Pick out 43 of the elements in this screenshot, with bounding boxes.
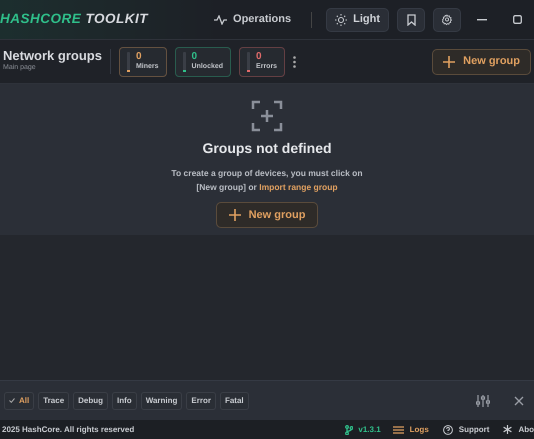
settings-icon — [442, 13, 452, 26]
log-filter-chip[interactable]: All — [4, 392, 34, 410]
stat-value: 0 — [192, 50, 198, 62]
app-title: HASHCORE TOOLKIT — [0, 10, 148, 28]
page-title: Network groups — [3, 49, 102, 64]
minimize-icon[interactable] — [477, 18, 487, 20]
log-filter-chip[interactable]: Trace — [38, 392, 70, 410]
logs-link[interactable]: Logs — [392, 424, 429, 436]
check-icon — [9, 398, 15, 403]
help-icon — [442, 424, 453, 434]
bookmark-icon — [406, 14, 416, 26]
copyright-text: 2025 HashCore. All rights reserved — [1, 424, 134, 436]
asterisk-icon — [503, 425, 512, 434]
stat-value: 0 — [256, 50, 263, 62]
theme-toggle-button[interactable]: Light — [326, 8, 389, 32]
maximize-icon[interactable] — [513, 15, 522, 24]
bookmark-button[interactable] — [397, 8, 425, 32]
log-filter-chip[interactable]: Fatal — [220, 392, 249, 410]
log-filter-chip[interactable]: Error — [186, 392, 216, 410]
add-selection-icon — [251, 100, 283, 132]
log-filter-chip[interactable]: Debug — [73, 392, 108, 410]
empty-state-text: To create a group of devices, you must click on [New group] or Import range group — [171, 167, 363, 194]
filter-settings-icon[interactable] — [476, 394, 490, 408]
list-icon — [392, 426, 404, 434]
empty-state-title: Groups not defined — [202, 139, 332, 158]
plus-icon — [443, 56, 456, 68]
new-group-button[interactable]: New group — [432, 48, 531, 74]
more-icon[interactable] — [293, 56, 296, 68]
settings-button[interactable] — [433, 8, 461, 32]
operations-button[interactable]: Operations — [214, 11, 292, 28]
support-link[interactable]: Support — [442, 424, 490, 436]
about-link[interactable]: Abo — [503, 424, 534, 436]
new-group-button[interactable]: New group — [216, 202, 318, 228]
branch-icon — [345, 424, 354, 434]
stat-value: 0 — [136, 50, 143, 62]
log-filter-chip[interactable]: Warning — [140, 392, 182, 410]
close-icon[interactable] — [514, 396, 524, 406]
sun-icon — [335, 14, 348, 26]
log-filter-chip[interactable]: Info — [112, 392, 137, 410]
activity-icon — [214, 14, 228, 24]
import-range-group-link[interactable]: Import range group — [259, 182, 338, 192]
plus-icon — [228, 209, 241, 222]
version-text: v1.3.1 — [358, 424, 381, 436]
